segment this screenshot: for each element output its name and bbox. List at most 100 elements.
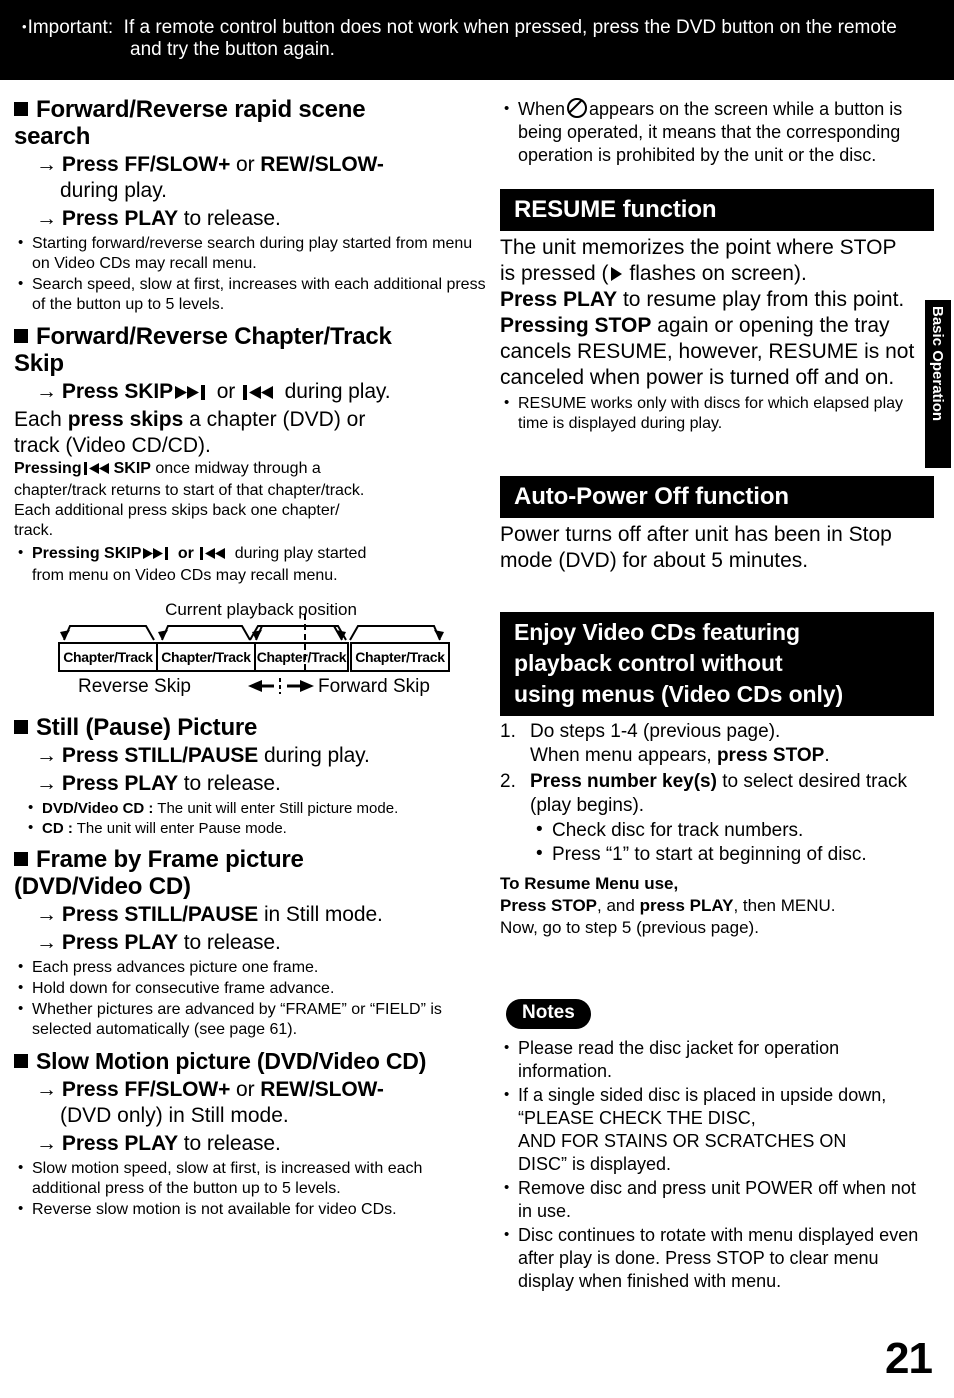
sub-bullet-list: Check disc for track numbers. Press “1” … xyxy=(530,818,934,867)
list-item: Check disc for track numbers. xyxy=(530,818,934,843)
instruction-step: → Press STILL/PAUSE during play. xyxy=(36,743,492,769)
bullet-list: Slow motion speed, slow at first, is inc… xyxy=(14,1158,492,1220)
list-item: Each press advances picture one frame. xyxy=(14,957,492,978)
diagram-caption: Current playback position xyxy=(165,600,357,619)
step-text-b: When menu appears, xyxy=(530,745,717,766)
resume-line2-a: is pressed ( xyxy=(500,262,609,285)
arrow-icon: → xyxy=(36,903,57,926)
resume-line-4: Pressing STOP again or opening the tray … xyxy=(500,313,934,391)
resume-menu-line-1: To Resume Menu use, xyxy=(500,873,934,895)
step-number: 1. xyxy=(500,721,516,742)
list-item: Please read the disc jacket for operatio… xyxy=(500,1036,934,1083)
square-bullet-icon xyxy=(14,102,28,116)
step-bold-pre: Press PLAY xyxy=(61,207,179,230)
forward-skip-label: Forward Skip xyxy=(318,676,430,697)
step-item: 2. Press number key(s) to select desired… xyxy=(500,770,934,867)
arrow-icon: → xyxy=(36,380,57,403)
autopower-body: Power turns off after unit has been in S… xyxy=(500,523,892,572)
heading-line-1: Forward/Reverse Chapter/Track xyxy=(36,323,392,350)
bar-heading-line-2: playback control without xyxy=(514,650,783,676)
resume-bold-stop: Pressing STOP xyxy=(500,314,652,337)
rm-bold-c: press PLAY xyxy=(639,896,734,915)
step-mid: or xyxy=(230,153,261,176)
rm-text-d: , then MENU. xyxy=(733,896,836,915)
section-heading: Slow Motion picture (DVD/Video CD) xyxy=(14,1048,492,1075)
right-column: Whenappears on the screen while a button… xyxy=(500,96,934,1294)
step-text-a: Do steps 1-4 (previous page). xyxy=(530,721,781,742)
skip-forward-icon xyxy=(143,546,171,566)
notes-list: Please read the disc jacket for operatio… xyxy=(500,1036,934,1293)
instruction-step: → Press FF/SLOW+ or REW/SLOW- xyxy=(36,1077,492,1103)
instruction-continuation: during play. xyxy=(60,179,168,202)
list-item: Remove disc and press unit POWER off whe… xyxy=(500,1176,934,1223)
note-bold-a: Pressing xyxy=(14,460,82,477)
bullet-rest: The unit will enter Still picture mode. xyxy=(153,800,399,817)
step-bold-pre: Press STILL/PAUSE xyxy=(61,903,259,926)
section-notes: Notes Please read the disc jacket for op… xyxy=(500,999,934,1293)
notes-badge: Notes xyxy=(506,999,591,1029)
resume-bold-play: Press PLAY xyxy=(500,288,618,311)
bullet-list: Each press advances picture one frame. H… xyxy=(14,957,492,1040)
diagram-box: Chapter/Track xyxy=(58,642,158,672)
skip-backward-icon xyxy=(242,381,277,407)
step-post: during play. xyxy=(258,744,370,767)
step-bold-pre: Press PLAY xyxy=(61,772,179,795)
section-bar-heading: Auto-Power Off function xyxy=(500,476,934,518)
resume-menu-title: To Resume Menu use, xyxy=(500,874,679,893)
list-item: Pressing SKIP or during play started fro… xyxy=(14,543,492,586)
diagram-boxes: Chapter/Track Chapter/Track Chapter/Trac… xyxy=(50,614,468,674)
arrow-icon: → xyxy=(36,1132,57,1155)
bullet-icon: • xyxy=(22,19,27,34)
heading-line-1: Frame by Frame picture xyxy=(36,846,304,873)
list-item: Search speed, slow at first, increases w… xyxy=(14,274,492,315)
section-auto-power-off: Auto-Power Off function Power turns off … xyxy=(500,476,934,574)
step-mid: or xyxy=(230,1078,261,1101)
section-chapter-track-skip: Forward/Reverse Chapter/Track Skip → Pres… xyxy=(14,323,492,586)
bullet-bold: DVD/Video CD : xyxy=(42,800,154,817)
prohibit-note-part1: When xyxy=(518,99,566,119)
bullet-list: RESUME works only with discs for which e… xyxy=(500,393,934,434)
step-post: to release. xyxy=(178,207,281,230)
instruction-step: → Press STILL/PAUSE in Still mode. xyxy=(36,902,492,928)
heading-line-1: Slow Motion picture (DVD/Video CD) xyxy=(36,1048,427,1074)
section-rapid-scene-search: Forward/Reverse rapid scene search → Pres… xyxy=(14,96,492,315)
bullet-list: DVD/Video CD : The unit will enter Still… xyxy=(24,798,492,838)
list-item: DVD/Video CD : The unit will enter Still… xyxy=(24,798,492,818)
playback-position-line-icon xyxy=(304,614,306,672)
chapter-skip-diagram: Current playback position Chapter/Track … xyxy=(14,600,492,708)
page-number: 21 xyxy=(885,1334,933,1383)
skip-backward-icon xyxy=(83,461,112,481)
bar-heading-line-3: using menus (Video CDs only) xyxy=(514,681,844,707)
skip-note-line-3: Each additional press skips back one cha… xyxy=(14,502,340,519)
diagram-box: Chapter/Track xyxy=(156,642,256,672)
list-item: RESUME works only with discs for which e… xyxy=(500,393,934,434)
important-text-row: •Important: If a remote control button d… xyxy=(22,14,932,40)
important-body: If a remote control button does not work… xyxy=(123,17,897,38)
arrow-icon: → xyxy=(36,153,57,176)
list-item: If a single sided disc is placed in upsi… xyxy=(500,1083,934,1176)
important-banner: •Important: If a remote control button d… xyxy=(0,0,954,80)
step-bold-pre: Press PLAY xyxy=(61,931,179,954)
resume-line3-rest: to resume play from this point. xyxy=(617,288,905,311)
arrow-icon: → xyxy=(36,744,57,767)
step-bold-post: REW/SLOW- xyxy=(260,153,384,176)
step-post: to release. xyxy=(178,1132,281,1155)
bar-heading-line-1: Enjoy Video CDs featuring xyxy=(514,619,800,645)
bullet-b: during play started xyxy=(230,545,367,562)
list-item: Press “1” to start at beginning of disc. xyxy=(530,842,934,867)
instruction-step: → Press FF/SLOW+ or REW/SLOW- xyxy=(36,152,492,178)
skip-body-line-1: Each press skips a chapter (DVD) or xyxy=(14,407,492,433)
heading-line-2: Skip xyxy=(14,350,64,377)
resume-line2-c: flashes on screen). xyxy=(623,262,807,285)
arrow-icon: → xyxy=(36,931,57,954)
step-bold-pre: Press SKIP xyxy=(61,380,173,403)
text-c: a chapter (DVD) or xyxy=(183,408,366,431)
square-bullet-icon xyxy=(14,720,28,734)
resume-line-2: is pressed ( flashes on screen). xyxy=(500,261,934,287)
step-post: during play. xyxy=(278,380,391,403)
rm-bold-a: Press STOP xyxy=(500,896,598,915)
bidirectional-arrow-icon xyxy=(246,676,316,701)
instruction-continuation: (DVD only) in Still mode. xyxy=(60,1104,289,1127)
square-bullet-icon xyxy=(14,852,28,866)
diagram-footer: Reverse Skip Forward Skip xyxy=(50,676,468,700)
